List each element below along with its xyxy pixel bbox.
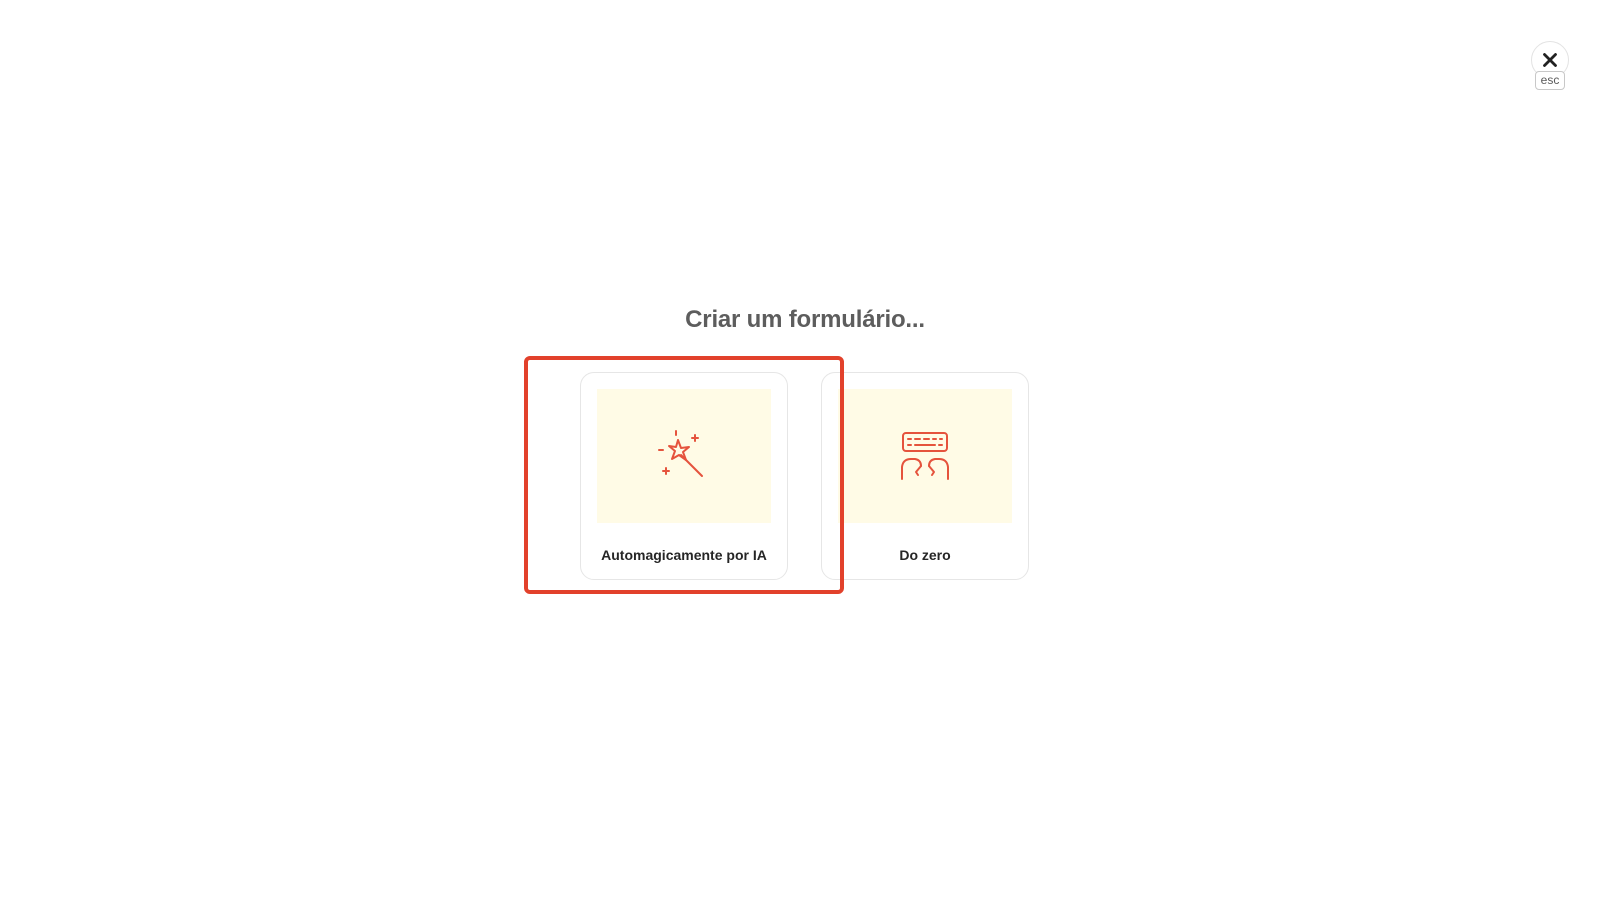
option-card-from-scratch[interactable]: Do zero [821, 372, 1029, 580]
option-card-from-scratch-illustration [838, 389, 1012, 523]
esc-shortcut-hint: esc [1534, 71, 1566, 90]
magic-wand-icon [658, 430, 703, 477]
typing-keyboard-icon [901, 432, 949, 480]
option-card-ai-label: Automagicamente por IA [601, 547, 767, 563]
close-button[interactable]: esc [1530, 41, 1570, 90]
dialog-title: Criar um formulário... [685, 306, 925, 333]
create-form-dialog: esc Criar um formulário... Automagicamen… [0, 0, 1600, 900]
option-card-ai-illustration [597, 389, 771, 523]
option-card-from-scratch-label: Do zero [899, 547, 951, 563]
option-card-ai[interactable]: Automagicamente por IA [580, 372, 788, 580]
close-icon [1543, 53, 1557, 67]
